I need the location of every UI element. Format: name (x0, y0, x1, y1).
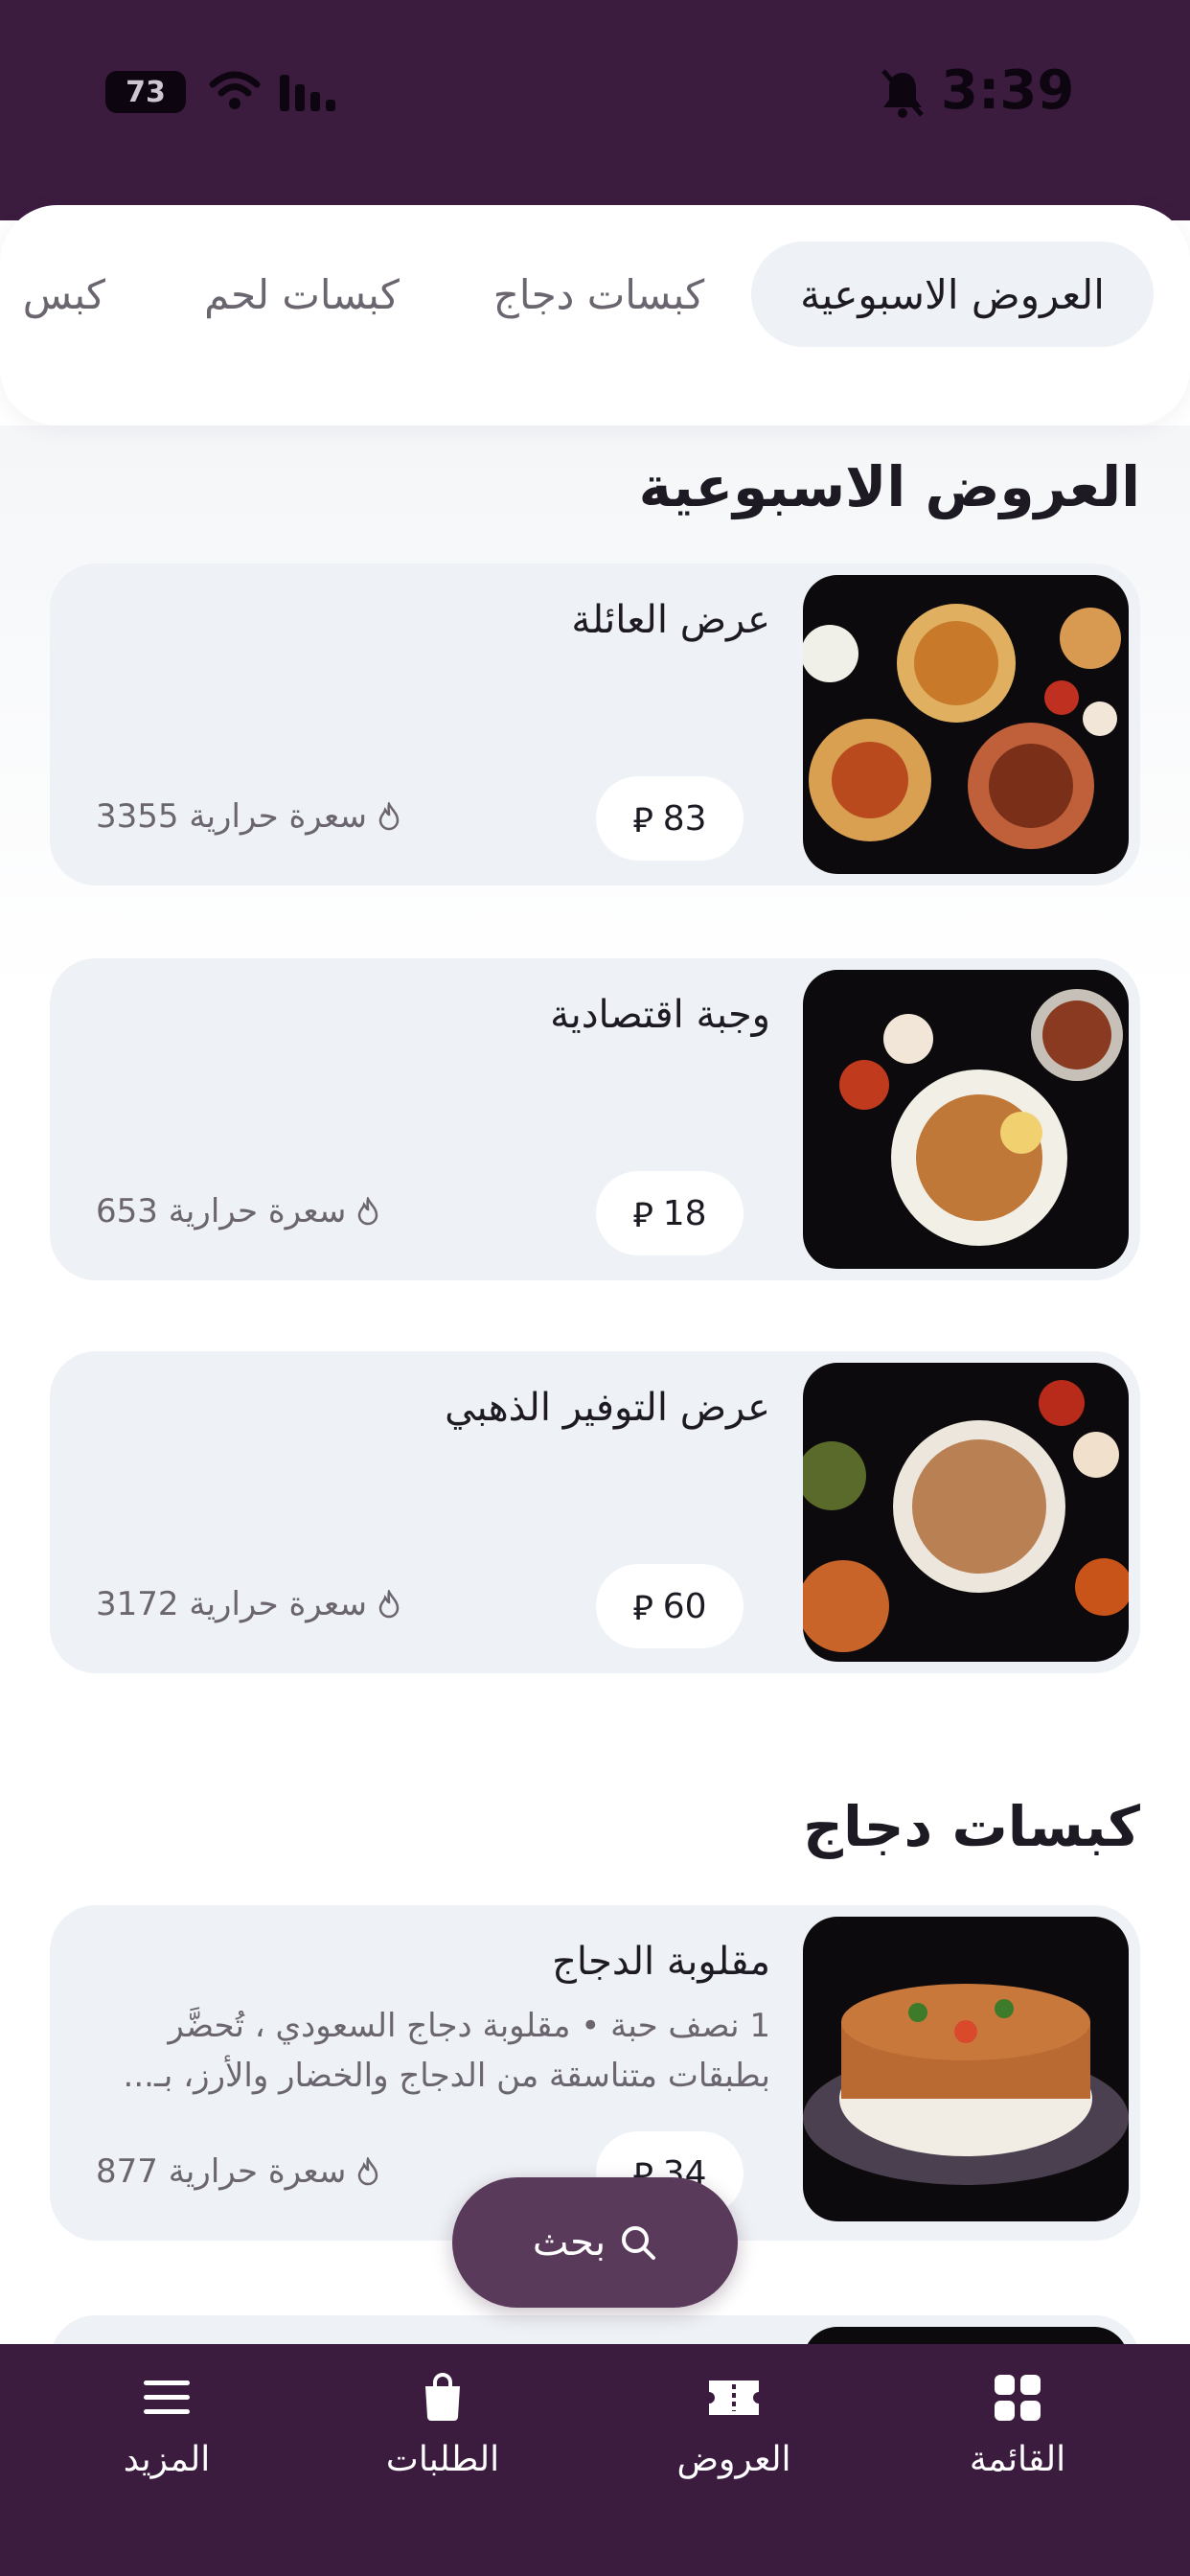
riyal-icon: ⃁ (632, 800, 653, 840)
nav-label: العروض (676, 2440, 791, 2479)
item-price: 18 (662, 1193, 707, 1233)
menu-icon (144, 2380, 190, 2414)
nav-label: الطلبات (385, 2440, 500, 2479)
item-name: عرض العائلة (571, 598, 770, 642)
grid-icon (995, 2375, 1041, 2421)
tab-meat-kabsa[interactable]: كبسات لحم (172, 242, 431, 347)
signal-icon (280, 75, 335, 111)
calories-text: 3355 سعرة حرارية (96, 797, 367, 836)
item-price: 60 (662, 1586, 707, 1626)
flame-icon (378, 1590, 400, 1619)
battery-icon: 73 (105, 71, 186, 113)
flame-icon (358, 2157, 378, 2186)
search-icon (622, 2226, 656, 2260)
battery-level: 73 (126, 75, 166, 109)
section-title-weekly-offers: العروض الاسبوعية (638, 454, 1140, 519)
menu-item-card[interactable]: وجبة اقتصادية ⃁ 18 653 سعرة حرارية (50, 958, 1140, 1280)
calories-info: 877 سعرة حرارية (96, 2152, 380, 2191)
price-badge: ⃁ 60 (596, 1564, 744, 1648)
price-badge: ⃁ 83 (596, 776, 744, 861)
status-bar: 73 3:39 (0, 0, 1190, 220)
nav-label: المزيد (123, 2440, 211, 2479)
calories-text: 877 سعرة حرارية (96, 2152, 347, 2191)
bag-icon (425, 2373, 460, 2421)
food-image (803, 970, 1129, 1269)
riyal-icon: ⃁ (632, 1588, 653, 1628)
tab-weekly-offers[interactable]: العروض الاسبوعية (751, 242, 1154, 347)
calories-info: 3172 سعرة حرارية (96, 1585, 401, 1623)
calories-info: 3355 سعرة حرارية (96, 797, 401, 836)
search-button[interactable]: بحث (452, 2177, 738, 2308)
item-price: 83 (662, 798, 707, 839)
menu-item-card[interactable]: عرض التوفير الذهبي ⃁ 60 3172 سعرة حرارية (50, 1351, 1140, 1673)
riyal-icon: ⃁ (632, 1195, 653, 1235)
calories-info: 653 سعرة حرارية (96, 1192, 380, 1230)
food-image (803, 575, 1129, 874)
nav-label: القائمة (969, 2440, 1066, 2479)
item-name: عرض التوفير الذهبي (445, 1386, 770, 1430)
price-badge: ⃁ 18 (596, 1171, 744, 1255)
item-name: مقلوبة الدجاج (552, 1940, 770, 1984)
calories-text: 3172 سعرة حرارية (96, 1585, 367, 1623)
item-description: 1 نصف حبة • مقلوبة دجاج السعودي ، تُحضَّ… (123, 2007, 770, 2095)
food-image (803, 1917, 1129, 2221)
section-title-chicken-kabsa: كبسات دجاج (803, 1794, 1140, 1859)
bell-muted-icon (881, 69, 924, 118)
flame-icon (358, 1197, 378, 1226)
tab-chicken-kabsa[interactable]: كبسات دجاج (460, 242, 738, 347)
search-label: بحث (532, 2220, 606, 2265)
calories-text: 653 سعرة حرارية (96, 1192, 347, 1230)
flame-icon (378, 802, 400, 831)
wifi-icon (209, 71, 261, 109)
item-name: وجبة اقتصادية (550, 993, 770, 1037)
food-image (803, 1363, 1129, 1662)
ticket-icon (709, 2380, 759, 2415)
tab-kabsa-partial[interactable]: كبس (0, 242, 105, 347)
nav-more[interactable]: المزيد (61, 2373, 272, 2497)
clock: 3:39 (941, 59, 1075, 122)
nav-orders[interactable]: الطلبات (337, 2373, 548, 2497)
menu-item-card[interactable]: عرض العائلة ⃁ 83 3355 سعرة حرارية (50, 564, 1140, 886)
nav-menu[interactable]: القائمة (912, 2373, 1123, 2497)
nav-offers[interactable]: العروض (629, 2373, 839, 2497)
